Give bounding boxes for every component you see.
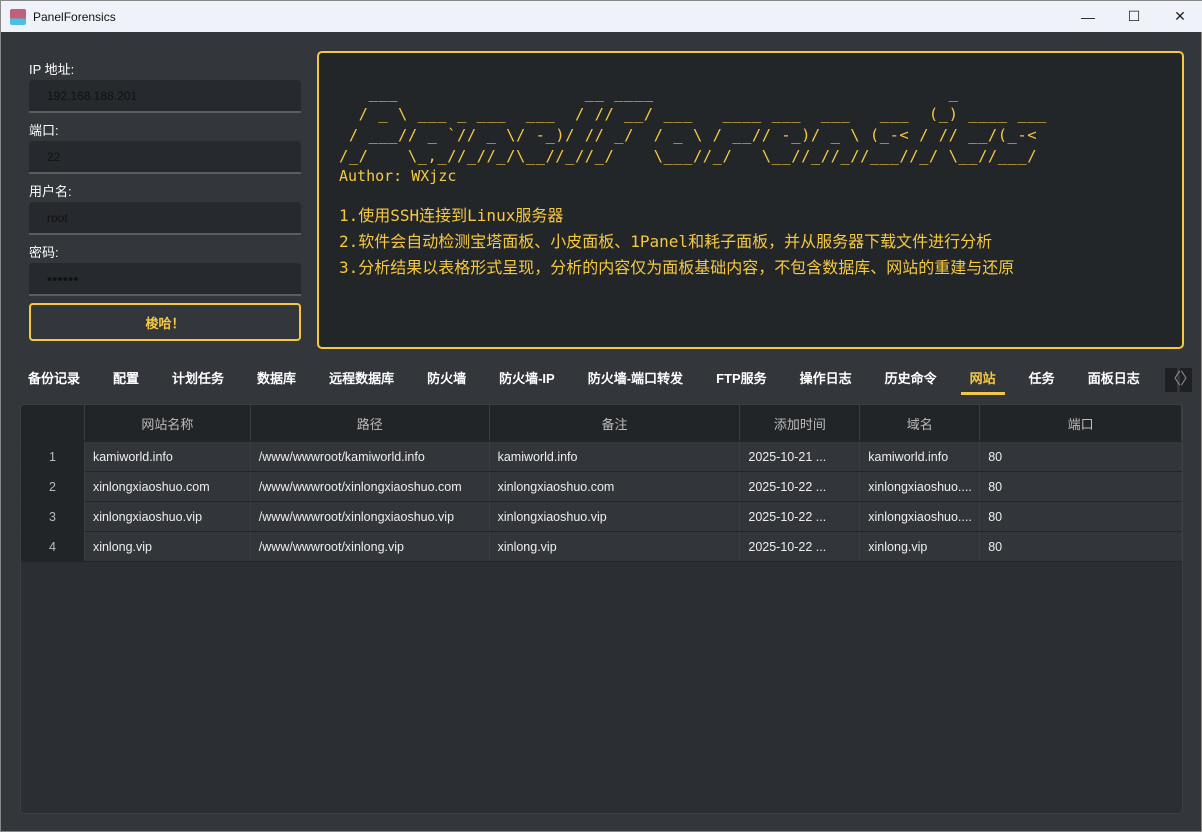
column-header[interactable]: 网站名称 [85,405,251,441]
table-cell[interactable]: /www/wwwroot/xinlongxiaoshuo.com [250,472,490,501]
username-input[interactable]: root [29,202,301,235]
table-cell[interactable]: /www/wwwroot/kamiworld.info [250,442,490,471]
table-cell[interactable]: 2025-10-22 ... [740,502,861,531]
table-cell[interactable]: xinlongxiaoshuo.... [860,502,981,531]
column-header[interactable]: 路径 [251,405,490,441]
row-number[interactable]: 4 [21,532,85,561]
tab-scroll-left-icon[interactable]: 〈 [1165,368,1181,392]
tab-scroll-right-icon[interactable]: 〉 [1180,368,1196,392]
table-cell[interactable]: 2025-10-22 ... [740,532,861,561]
table-cell[interactable]: kamiworld.info [860,442,981,471]
author: Author: WXjzc [339,167,457,185]
websites-table: 网站名称 路径 备注 添加时间 域名 端口 1 kamiworld.info/www/wwwr… [20,404,1183,814]
ip-label: IP 地址: [29,62,75,77]
submit-button[interactable]: 梭哈！ [29,303,301,341]
table-cell[interactable]: 80 [980,472,1182,501]
info-line: 3.分析结果以表格形式呈现，分析的内容仅为面板基础内容，不包含数据库、网站的重建… [339,258,1015,277]
table-cell[interactable]: xinlong.vip [860,532,981,561]
tab-6[interactable]: 防火墙-IP [490,363,564,395]
table-cell[interactable]: xinlongxiaoshuo.vip [489,502,741,531]
table-header: 网站名称 路径 备注 添加时间 域名 端口 [21,405,1182,442]
table-cell[interactable]: xinlongxiaoshuo.com [84,472,251,501]
ip-value: 192.168.188.201 [47,89,138,103]
tab-5[interactable]: 防火墙 [418,363,475,395]
table-cell[interactable]: 2025-10-21 ... [740,442,861,471]
port-value: 22 [47,150,61,164]
table-cell[interactable]: kamiworld.info [84,442,251,471]
window-title: PanelForensics [33,9,116,24]
table-cell[interactable]: 80 [980,532,1182,561]
info-line: 1.使用SSH连接到Linux服务器 [339,206,564,225]
close-button[interactable]: ✕ [1157,1,1202,32]
row-number[interactable]: 1 [21,442,85,471]
row-number[interactable]: 3 [21,502,85,531]
port-input[interactable]: 22 [29,141,301,174]
table-cell[interactable]: /www/wwwroot/xinlong.vip [250,532,490,561]
tab-13[interactable]: 面板日志 [1079,363,1149,395]
corner-cell[interactable] [21,405,85,441]
table-row[interactable]: 1 kamiworld.info/www/wwwroot/kamiworld.in… [21,442,1182,472]
info-banner: ___ __ ____ _ / _ \ ___ _ ___ ___ / // _… [317,51,1184,349]
ascii-logo: ___ __ ____ _ / _ \ ___ _ ___ ___ / // _… [339,84,1047,165]
tab-1[interactable]: 配置 [104,363,148,395]
password-input[interactable]: •••••• [29,263,301,296]
column-header[interactable]: 添加时间 [740,405,861,441]
row-number[interactable]: 2 [21,472,85,501]
table-cell[interactable]: xinlongxiaoshuo.com [489,472,741,501]
tab-8[interactable]: FTP服务 [707,363,776,395]
table-cell[interactable]: /www/wwwroot/xinlongxiaoshuo.vip [250,502,490,531]
app-icon [10,8,26,25]
password-label: 密码: [29,245,59,260]
tab-12[interactable]: 任务 [1020,363,1064,395]
title-bar: PanelForensics — ☐ ✕ [1,1,1202,32]
table-cell[interactable]: xinlong.vip [84,532,251,561]
tab-11[interactable]: 网站 [960,363,1005,395]
tab-4[interactable]: 远程数据库 [320,363,403,395]
minimize-button[interactable]: — [1065,1,1111,32]
username-value: root [47,211,68,225]
table-row[interactable]: 3 xinlongxiaoshuo.vip/www/wwwroot/xinlong… [21,502,1182,532]
table-cell[interactable]: 80 [980,502,1182,531]
username-label: 用户名: [29,184,72,199]
table-cell[interactable]: kamiworld.info [489,442,741,471]
column-header[interactable]: 备注 [490,405,741,441]
table-row[interactable]: 2 xinlongxiaoshuo.com/www/wwwroot/xinlong… [21,472,1182,502]
tab-bar: 备份记录 配置 计划任务 数据库 远程数据库 防火墙 防火墙-IP 防火墙-端口转发 FTP服务… [19,363,1163,395]
column-header[interactable]: 域名 [860,405,981,441]
tab-3[interactable]: 数据库 [248,363,305,395]
table-row[interactable]: 4 xinlong.vip/www/wwwroot/xinlong.vip xinl… [21,532,1182,562]
tab-7[interactable]: 防火墙-端口转发 [579,363,692,395]
table-cell[interactable]: xinlong.vip [489,532,741,561]
maximize-button[interactable]: ☐ [1111,1,1157,32]
table-cell[interactable]: xinlongxiaoshuo.... [860,472,981,501]
info-line: 2.软件会自动检测宝塔面板、小皮面板、1Panel和耗子面板，并从服务器下载文件… [339,232,993,251]
table-cell[interactable]: xinlongxiaoshuo.vip [84,502,251,531]
tab-9[interactable]: 操作日志 [791,363,861,395]
ip-input[interactable]: 192.168.188.201 [29,80,301,113]
port-label: 端口: [29,123,59,138]
table-cell[interactable]: 2025-10-22 ... [740,472,861,501]
table-cell[interactable]: 80 [980,442,1182,471]
tab-10[interactable]: 历史命令 [876,363,946,395]
column-header[interactable]: 端口 [980,405,1182,441]
tab-0[interactable]: 备份记录 [19,363,89,395]
tab-2[interactable]: 计划任务 [163,363,233,395]
password-value: •••••• [47,271,79,288]
